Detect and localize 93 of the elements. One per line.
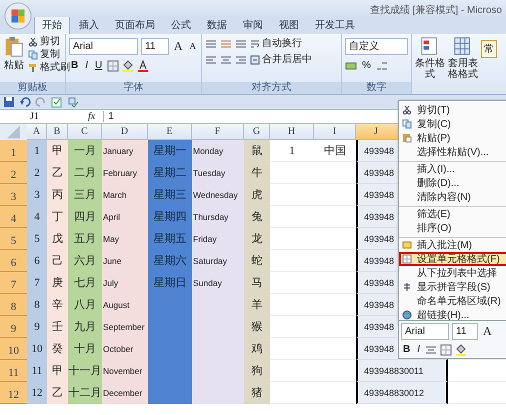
table-cell-text: 493948 [364, 188, 394, 202]
table-cell: 十二月 [68, 386, 102, 400]
table-cell-text: 493948 [364, 254, 394, 268]
table-cell: 七月 [74, 276, 96, 290]
table-cell: 6 [34, 254, 40, 268]
table-cell: 7 [34, 276, 40, 290]
table-cell: 4 [34, 210, 40, 224]
table-cell: 9 [34, 320, 40, 334]
group-label: 数字 [342, 82, 411, 94]
table-cell: 十月 [74, 342, 96, 356]
table-cell: 己 [52, 254, 63, 268]
table-cell: 2 [34, 166, 40, 180]
table-cell-text: Saturday [193, 255, 228, 268]
table-cell: 辛 [52, 298, 63, 312]
table-cell-text: 493948 [364, 210, 394, 224]
table-cell: 12 [32, 386, 42, 400]
table-cell-text: 493948 [364, 298, 394, 312]
table-cell-text: Monday [193, 145, 224, 158]
table-cell: 狗 [252, 364, 262, 378]
table-cell: 丙 [52, 188, 63, 202]
table-cell: 星期五 [154, 232, 186, 246]
table-cell: 八月 [74, 298, 96, 312]
table-cell: 五月 [74, 232, 96, 246]
table-cell-text: 493948 [364, 232, 394, 246]
table-cell: 猴 [252, 320, 262, 334]
table-cell: 九月 [74, 320, 96, 334]
table-cell-text: July [103, 277, 118, 290]
table-cell: 1 [289, 144, 295, 158]
table-cell: 虎 [252, 188, 262, 202]
table-cell-text: June [103, 255, 122, 268]
table-cell: 甲 [52, 144, 63, 158]
table-cell: 四月 [74, 210, 96, 224]
table-cell: 星期二 [154, 166, 186, 180]
table-cell: 1 [34, 144, 40, 158]
table-cell-text: 493948 [364, 320, 394, 334]
table-cell: 十一月 [68, 364, 102, 378]
table-cell-text: February [103, 167, 138, 180]
table-cell-text: November [103, 365, 142, 378]
table-cell-text: 493948830012 [364, 386, 424, 400]
table-cell-text: 493948 [364, 276, 394, 290]
group-label: 对齐方式 [202, 82, 341, 94]
table-cell: 羊 [252, 298, 262, 312]
table-cell-text: Wednesday [193, 189, 238, 202]
table-cell: 戊 [52, 232, 63, 246]
table-cell: 一月 [74, 144, 96, 158]
table-cell: 8 [34, 298, 40, 312]
table-cell-text: Tuesday [193, 167, 226, 180]
table-cell-text: August [103, 299, 130, 312]
table-cell: 中国 [324, 144, 346, 158]
table-cell: 丁 [52, 210, 63, 224]
table-cell: 3 [34, 188, 40, 202]
table-cell: 星期一 [154, 144, 186, 158]
table-cell-text: 493948 [364, 166, 394, 180]
table-cell: 癸 [52, 342, 63, 356]
table-cell: 六月 [74, 254, 96, 268]
table-cell: 鸡 [252, 342, 262, 356]
table-cell-text: 493948 [364, 144, 394, 158]
table-cell: 三月 [74, 188, 96, 202]
table-cell: 乙 [52, 166, 63, 180]
table-cell: 马 [252, 276, 262, 290]
table-cell: 兔 [252, 210, 262, 224]
table-cell: 猪 [252, 386, 262, 400]
table-cell: 庚 [52, 276, 63, 290]
table-cell-text: October [103, 343, 134, 356]
table-cell: 11 [32, 364, 42, 378]
table-cell: 10 [32, 342, 42, 356]
table-cell: 星期四 [154, 210, 186, 224]
table-cell: 星期三 [154, 188, 186, 202]
table-cell: 壬 [52, 320, 63, 334]
table-cell-text: March [103, 189, 127, 202]
table-cell-text: December [103, 387, 142, 400]
table-cell: 鼠 [252, 144, 262, 158]
table-cell: 二月 [74, 166, 96, 180]
table-cell: 牛 [252, 166, 262, 180]
table-cell: 星期日 [154, 276, 186, 290]
window-title: 查找成绩 [兼容模式] - Microso [370, 4, 503, 17]
table-cell: 5 [34, 232, 40, 246]
table-cell-text: Friday [193, 233, 217, 246]
table-cell: 甲 [52, 364, 63, 378]
table-cell-text: April [103, 211, 120, 224]
table-cell: 蛇 [252, 254, 262, 268]
table-cell-text: Thursday [193, 211, 228, 224]
table-cell-text: May [103, 233, 120, 246]
group-label: 字体 [66, 82, 201, 94]
table-cell-text: January [103, 145, 134, 158]
table-cell: 龙 [252, 232, 262, 246]
table-cell: 乙 [52, 386, 63, 400]
table-cell-text: 493948830011 [364, 364, 424, 378]
group-label: 剪贴板 [0, 82, 65, 94]
table-cell-text: September [103, 321, 145, 334]
table-cell-text: Sunday [193, 277, 222, 290]
table-cell: 星期六 [154, 254, 186, 268]
table-cell-text: 493948 [364, 342, 394, 356]
